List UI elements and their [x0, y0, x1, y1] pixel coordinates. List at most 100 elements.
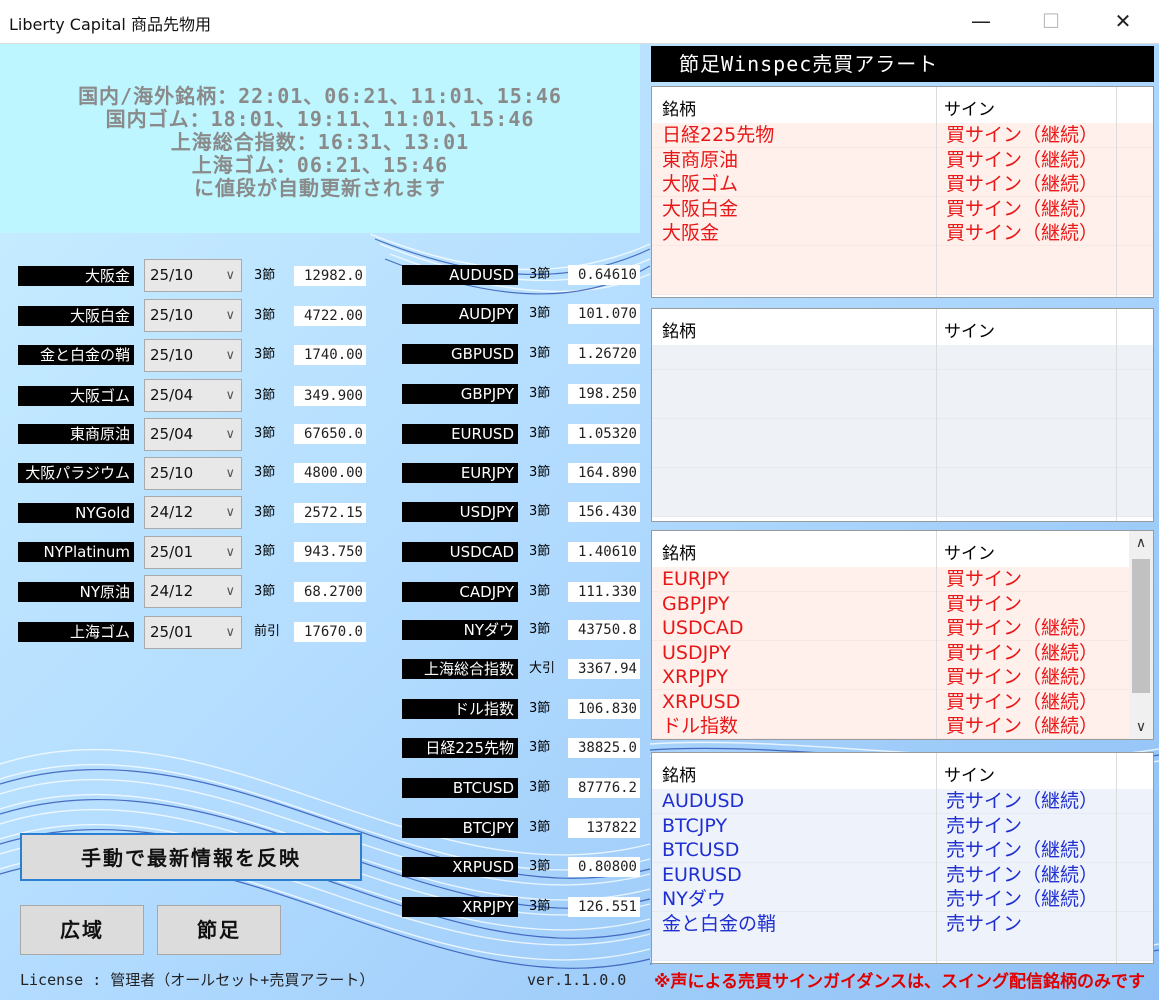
contract-month-select[interactable]: 25/01 ∨	[144, 616, 242, 649]
alert-sign: 買サイン（継続）	[946, 148, 1099, 171]
alert-table-sell[interactable]: 銘柄 サイン AUDUSD 売サイン（継続） BTCJPY 売サイン BTCUSD 売サイ…	[651, 752, 1154, 964]
contract-month-select[interactable]: 25/01 ∨	[144, 536, 242, 569]
table-row[interactable]: GBPJPY 買サイン	[652, 591, 1153, 617]
column-header-sign: サイン	[944, 100, 995, 120]
price-value: 943.750	[294, 542, 366, 562]
contract-month-select[interactable]: 25/10 ∨	[144, 457, 242, 490]
alert-table-empty[interactable]: 銘柄 サイン	[651, 308, 1154, 522]
window-title: Liberty Capital 商品先物用	[9, 15, 211, 34]
timeframe-label: 3節	[529, 504, 551, 519]
alert-instrument: XRPJPY	[662, 666, 728, 688]
contract-month-select[interactable]: 25/10 ∨	[144, 259, 242, 292]
contract-month-select[interactable]: 25/04 ∨	[144, 379, 242, 412]
column-divider	[936, 753, 937, 963]
price-value: 111.330	[568, 582, 640, 602]
alert-instrument: 金と白金の鞘	[662, 912, 777, 935]
table-row[interactable]: ドル指数 買サイン（継続）	[652, 714, 1153, 739]
table-row[interactable]: NYダウ 売サイン（継続）	[652, 887, 1153, 912]
table-row[interactable]: 日経225先物 買サイン（継続）	[652, 123, 1153, 148]
alert-sign: 買サイン（継続）	[946, 197, 1099, 220]
column-divider	[936, 531, 937, 739]
table-row[interactable]: 大阪白金 買サイン（継続）	[652, 196, 1153, 222]
commodity-label: 大阪白金	[18, 306, 134, 326]
minimize-button[interactable]: —	[958, 0, 1004, 43]
chevron-up-icon[interactable]: ∧	[1129, 535, 1153, 551]
chevron-down-icon[interactable]: ∨	[1129, 719, 1153, 735]
table-row[interactable]	[652, 936, 1153, 961]
table-row[interactable]	[652, 443, 1153, 468]
table-row[interactable]: 大阪ゴム 買サイン（継続）	[652, 172, 1153, 197]
price-value: 12982.0	[294, 266, 366, 286]
price-value: 126.551	[568, 897, 640, 917]
commodity-label: 金と白金の鞘	[18, 345, 134, 365]
chevron-down-icon: ∨	[225, 625, 235, 640]
wide-range-button[interactable]: 広域	[20, 905, 144, 955]
table-row[interactable]: EURJPY 買サイン	[652, 567, 1153, 592]
table-row[interactable]: USDJPY 買サイン（継続）	[652, 640, 1153, 666]
table-row[interactable]: BTCUSD 売サイン（継続）	[652, 838, 1153, 863]
price-value: 43750.8	[568, 620, 640, 640]
table-row[interactable]: XRPJPY 買サイン（継続）	[652, 665, 1153, 690]
instrument-label: BTCUSD	[402, 778, 518, 798]
alert-instrument: 大阪白金	[662, 197, 739, 220]
table-row[interactable]: 東商原油 買サイン（継続）	[652, 147, 1153, 173]
contract-month-select[interactable]: 25/10 ∨	[144, 299, 242, 332]
table-row[interactable]: 大阪金 買サイン（継続）	[652, 221, 1153, 246]
contract-month-select[interactable]: 25/04 ∨	[144, 418, 242, 451]
vertical-scrollbar[interactable]: ∧ ∨	[1129, 531, 1153, 739]
timeframe-label: 3節	[529, 899, 551, 914]
manual-update-button[interactable]: 手動で最新情報を反映	[20, 833, 362, 881]
instrument-label: USDJPY	[402, 502, 518, 522]
price-value: 87776.2	[568, 778, 640, 798]
alert-table-fx-buy[interactable]: 銘柄 サイン EURJPY 買サイン GBPJPY 買サイン USDCAD 買サイン（継続…	[651, 530, 1154, 740]
instrument-label: CADJPY	[402, 582, 518, 602]
contract-month-select[interactable]: 24/12 ∨	[144, 575, 242, 608]
column-header-sign: サイン	[944, 322, 995, 342]
commodity-label: NYPlatinum	[18, 542, 134, 562]
alert-instrument: BTCJPY	[662, 814, 728, 837]
timeframe-label: 3節	[254, 465, 276, 480]
alert-table-commodity[interactable]: 銘柄 サイン 日経225先物 買サイン（継続） 東商原油 買サイン（継続） 大阪ゴム 買サ…	[651, 86, 1154, 298]
chevron-down-icon: ∨	[225, 584, 235, 599]
table-row[interactable]: EURUSD 売サイン（継続）	[652, 862, 1153, 888]
timeframe-label: 3節	[529, 740, 551, 755]
instrument-label: AUDJPY	[402, 304, 518, 324]
price-value: 67650.0	[294, 424, 366, 444]
alert-sign: 買サイン（継続）	[946, 222, 1099, 244]
maximize-button[interactable]: ☐	[1028, 0, 1074, 43]
table-row[interactable]	[652, 270, 1153, 295]
table-row[interactable]: USDCAD 買サイン（継続）	[652, 616, 1153, 641]
table-row[interactable]: AUDUSD 売サイン（継続）	[652, 789, 1153, 814]
commodity-label: 大阪ゴム	[18, 386, 134, 406]
timeframe-label: 3節	[529, 622, 551, 637]
alert-instrument: USDCAD	[662, 617, 744, 639]
table-row[interactable]	[652, 467, 1153, 493]
table-row[interactable]: 金と白金の鞘 売サイン	[652, 911, 1153, 937]
alert-sign: 売サイン	[946, 912, 1023, 935]
column-divider	[1116, 87, 1117, 297]
table-row[interactable]	[652, 345, 1153, 370]
table-row[interactable]: XRPUSD 買サイン（継続）	[652, 689, 1153, 715]
commodity-label: 大阪パラジウム	[18, 463, 134, 483]
scrollbar-thumb[interactable]	[1132, 559, 1150, 693]
table-row[interactable]: BTCJPY 売サイン	[652, 813, 1153, 839]
commodity-label: 東商原油	[18, 424, 134, 444]
alert-instrument: ドル指数	[662, 715, 739, 737]
chevron-down-icon: ∨	[225, 505, 235, 520]
contract-month-select[interactable]: 24/12 ∨	[144, 496, 242, 529]
table-row[interactable]	[652, 245, 1153, 271]
price-value: 156.430	[568, 502, 640, 522]
setsuashi-button[interactable]: 節足	[157, 905, 281, 955]
instrument-label: ドル指数	[402, 699, 518, 719]
price-value: 1740.00	[294, 345, 366, 365]
table-row[interactable]	[652, 492, 1153, 517]
close-button[interactable]: ✕	[1100, 0, 1146, 43]
contract-month-select[interactable]: 25/10 ∨	[144, 339, 242, 372]
table-row[interactable]	[652, 418, 1153, 444]
table-row[interactable]	[652, 394, 1153, 419]
table-row[interactable]	[652, 369, 1153, 395]
instrument-label: EURUSD	[402, 424, 518, 444]
timeframe-label: 3節	[254, 308, 276, 323]
instrument-label: EURJPY	[402, 463, 518, 483]
timeframe-label: 3節	[529, 426, 551, 441]
